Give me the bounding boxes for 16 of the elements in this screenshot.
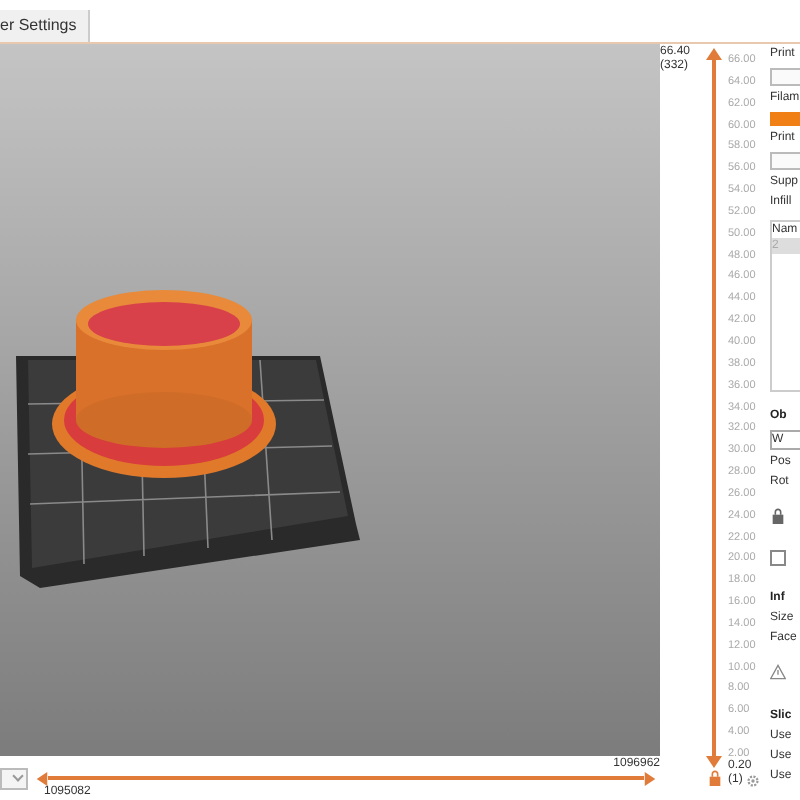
preset-dropdown[interactable] (770, 68, 800, 86)
filament-swatch[interactable] (770, 112, 800, 126)
slider-thumb[interactable] (706, 48, 722, 60)
slider-thumb[interactable] (706, 756, 722, 768)
slider-thumb[interactable] (644, 771, 656, 785)
slider-range[interactable] (706, 48, 722, 768)
settings-icon[interactable] (746, 774, 761, 788)
checkbox[interactable] (770, 550, 786, 566)
settings-tab[interactable]: er Settings (0, 10, 91, 42)
slider-range[interactable] (36, 771, 656, 785)
warning-icon (770, 664, 786, 680)
preset-dropdown[interactable] (770, 152, 800, 170)
lock-icon[interactable] (707, 770, 721, 786)
slider-thumb[interactable] (36, 771, 48, 785)
lock-icon[interactable] (770, 508, 786, 524)
dropdown[interactable] (0, 767, 28, 789)
